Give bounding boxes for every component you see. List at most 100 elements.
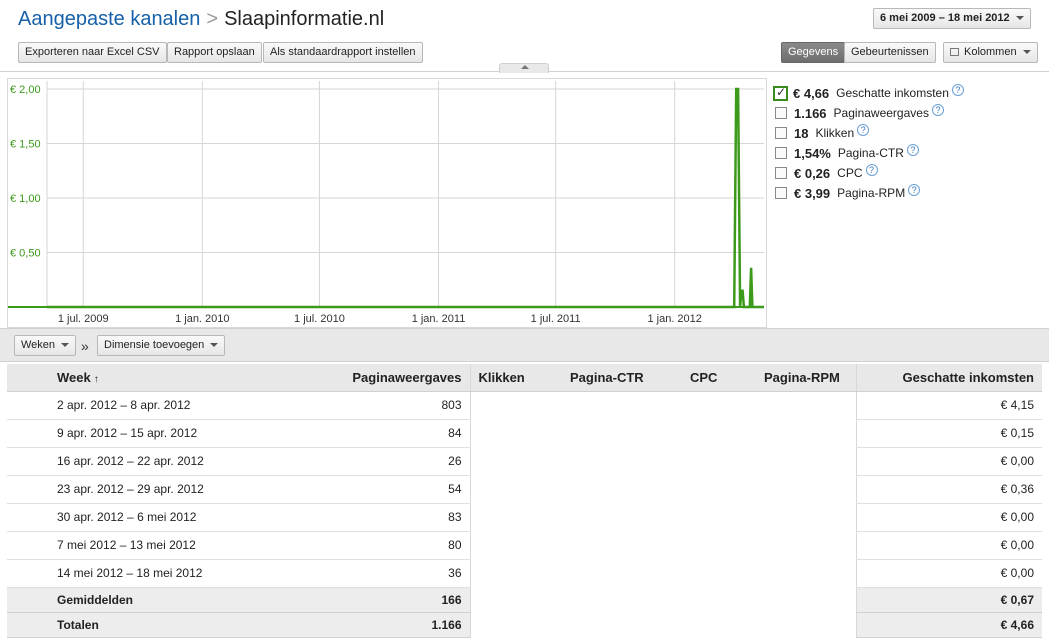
column-header-week[interactable]: Week ↑: [7, 364, 275, 392]
legend-label: Klikken: [815, 126, 855, 140]
column-header-revenue[interactable]: Geschatte inkomsten: [855, 364, 1042, 392]
legend-value: € 0,26: [794, 165, 831, 181]
pageviews-cell: 36: [275, 559, 471, 588]
empty-metrics-area: [470, 391, 856, 419]
pageviews-cell: 54: [275, 475, 471, 504]
checkbox-rpm[interactable]: [775, 187, 787, 199]
chevron-down-icon: [1015, 16, 1024, 21]
table-row: 7 mei 2012 – 13 mei 2012 80 € 0,00: [7, 531, 1042, 560]
totals-row: Totalen 1.166 € 4,66: [7, 612, 1042, 638]
legend-label: CPC: [837, 166, 863, 180]
column-header-pageviews[interactable]: Paginaweergaves: [275, 364, 471, 392]
checkbox-cpc[interactable]: [775, 167, 787, 179]
date-range-label: 6 mei 2009 – 18 mei 2012: [880, 12, 1010, 24]
date-range-picker[interactable]: 6 mei 2009 – 18 mei 2012: [873, 8, 1031, 29]
add-dimension-select[interactable]: Dimensie toevoegen: [97, 335, 226, 356]
y-tick-label: € 0,50: [10, 248, 41, 260]
tab-events[interactable]: Gebeurtenissen: [844, 42, 936, 63]
export-csv-button[interactable]: Exporteren naar Excel CSV: [18, 42, 167, 63]
y-tick-label: € 1,50: [10, 139, 41, 151]
totals-row-pageviews: 1.166: [275, 612, 471, 638]
help-icon[interactable]: ?: [931, 104, 944, 116]
period-select[interactable]: Weken: [14, 335, 77, 356]
columns-button[interactable]: Kolommen: [943, 42, 1038, 63]
set-default-report-button[interactable]: Als standaardrapport instellen: [263, 42, 423, 63]
column-header-clicks[interactable]: Klikken: [470, 364, 562, 392]
chart-panel: € 2,00 € 1,50 € 1,00 € 0,50 1 jul. 2009 1 jan…: [7, 78, 767, 328]
tab-data[interactable]: Gegevens: [781, 42, 846, 63]
legend-value: € 4,66: [793, 85, 830, 101]
help-icon[interactable]: ?: [951, 84, 964, 96]
report-table: Week ↑ Paginaweergaves Klikken Pagina-CTR…: [7, 364, 1042, 638]
checkbox-ctr[interactable]: [775, 147, 787, 159]
table-row: 9 apr. 2012 – 15 apr. 2012 84 € 0,15: [7, 419, 1042, 448]
pageviews-cell: 26: [275, 447, 471, 476]
legend-value: 1,54%: [794, 145, 831, 161]
legend-item-pageviews[interactable]: 1.166 Paginaweergaves ?: [775, 104, 944, 122]
week-cell: 7 mei 2012 – 13 mei 2012: [7, 531, 275, 560]
legend-label: Geschatte inkomsten: [836, 86, 949, 100]
checkbox-pageviews[interactable]: [775, 107, 787, 119]
metric-legend: € 4,66 Geschatte inkomsten ? 1.166 Pagin…: [767, 78, 1049, 328]
add-dimension-label: Dimensie toevoegen: [104, 339, 205, 351]
x-tick-label: 1 jan. 2012: [647, 313, 701, 325]
averages-row-pageviews: 166: [275, 587, 471, 613]
separator: »: [81, 338, 89, 354]
pageviews-cell: 803: [275, 391, 471, 420]
y-tick-label: € 2,00: [10, 84, 41, 96]
legend-item-clicks[interactable]: 18 Klikken ?: [775, 124, 870, 142]
dimension-toolbar: Weken » Dimensie toevoegen: [0, 328, 1049, 362]
week-cell: 14 mei 2012 – 18 mei 2012: [7, 559, 275, 588]
save-report-button[interactable]: Rapport opslaan: [167, 42, 262, 63]
chevron-up-icon: [521, 65, 529, 69]
chevron-down-icon: [210, 343, 219, 348]
empty-metrics-area: [470, 587, 856, 612]
revenue-cell: € 0,00: [855, 559, 1042, 588]
period-label: Weken: [21, 339, 56, 351]
checkbox-revenue[interactable]: [773, 85, 788, 101]
legend-label: Pagina-RPM: [837, 186, 906, 200]
totals-row-label: Totalen: [7, 612, 275, 638]
table-row: 16 apr. 2012 – 22 apr. 2012 26 € 0,00: [7, 447, 1042, 476]
x-tick-label: 1 jan. 2011: [412, 313, 466, 325]
table-row: 2 apr. 2012 – 8 apr. 2012 803 € 4,15: [7, 391, 1042, 420]
week-cell: 16 apr. 2012 – 22 apr. 2012: [7, 447, 275, 476]
revenue-cell: € 0,00: [855, 447, 1042, 476]
empty-metrics-area: [470, 503, 856, 531]
legend-item-cpc[interactable]: € 0,26 CPC ?: [775, 164, 878, 182]
legend-item-ctr[interactable]: 1,54% Pagina-CTR ?: [775, 144, 919, 162]
legend-item-revenue[interactable]: € 4,66 Geschatte inkomsten ?: [773, 84, 964, 102]
checkbox-clicks[interactable]: [775, 127, 787, 139]
totals-row-revenue: € 4,66: [855, 612, 1042, 638]
empty-metrics-area: [470, 531, 856, 559]
empty-metrics-area: [470, 447, 856, 475]
revenue-chart: € 2,00 € 1,50 € 1,00 € 0,50 1 jul. 2009 1 jan…: [8, 81, 764, 325]
breadcrumb: Aangepaste kanalen > Slaapinformatie.nl: [18, 8, 384, 31]
page-title: Slaapinformatie.nl: [224, 8, 385, 30]
week-cell: 2 apr. 2012 – 8 apr. 2012: [7, 391, 275, 420]
legend-item-rpm[interactable]: € 3,99 Pagina-RPM ?: [775, 184, 921, 202]
breadcrumb-parent-link[interactable]: Aangepaste kanalen: [18, 8, 200, 30]
column-header-rpm[interactable]: Pagina-RPM: [756, 364, 856, 392]
averages-row-revenue: € 0,67: [855, 587, 1042, 613]
legend-value: 18: [794, 125, 809, 141]
table-row: 14 mei 2012 – 18 mei 2012 36 € 0,00: [7, 559, 1042, 588]
revenue-cell: € 0,00: [855, 503, 1042, 532]
collapse-chart-toggle[interactable]: [499, 63, 549, 73]
revenue-cell: € 4,15: [855, 391, 1042, 420]
legend-value: € 3,99: [794, 185, 831, 201]
column-header-cpc[interactable]: CPC: [682, 364, 756, 392]
legend-label: Pagina-CTR: [837, 146, 904, 160]
table-header-row: Week ↑ Paginaweergaves Klikken Pagina-CTR…: [7, 364, 1042, 392]
help-icon[interactable]: ?: [857, 124, 870, 136]
help-icon[interactable]: ?: [865, 164, 878, 176]
y-tick-label: € 1,00: [10, 193, 41, 205]
column-header-ctr[interactable]: Pagina-CTR: [562, 364, 682, 392]
report-header: Aangepaste kanalen > Slaapinformatie.nl 6 …: [0, 0, 1049, 73]
revenue-cell: € 0,15: [855, 419, 1042, 448]
legend-label: Paginaweergaves: [833, 106, 929, 120]
empty-metrics-area: [470, 612, 856, 637]
help-icon[interactable]: ?: [906, 144, 919, 156]
help-icon[interactable]: ?: [908, 184, 921, 196]
columns-icon: [950, 48, 959, 57]
